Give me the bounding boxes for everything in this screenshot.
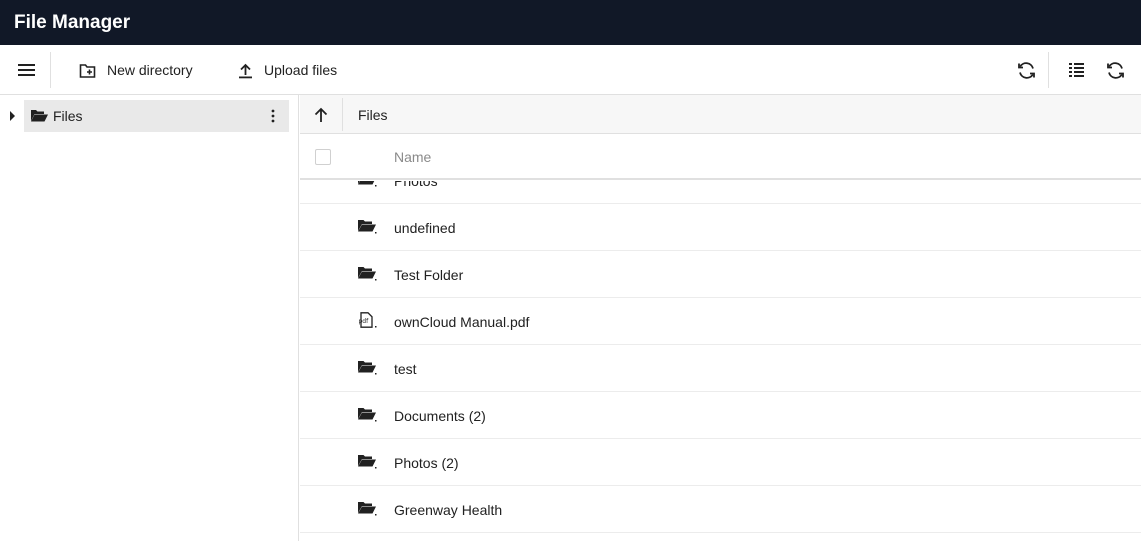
new-folder-icon [79,62,97,79]
file-name: Documents (2) [394,408,486,424]
folder-icon [357,406,377,427]
folder-icon [357,500,377,521]
pdf-file-icon: pdf [357,312,377,333]
table-row[interactable]: Photos [300,181,1141,204]
file-name: Photos [394,181,438,189]
folder-open-icon [30,108,49,128]
file-name: test [394,361,417,377]
folder-icon [357,453,377,474]
refresh-button[interactable] [1016,45,1037,95]
svg-text:pdf: pdf [359,318,370,325]
new-directory-button[interactable]: New directory [79,45,193,95]
navigate-up-button[interactable] [310,104,332,126]
folder-icon [357,265,377,286]
new-directory-label: New directory [107,62,193,78]
table-row[interactable]: Photos (2) [300,439,1141,486]
arrow-up-icon [310,107,332,130]
view-toggle-button[interactable] [1068,45,1086,95]
upload-icon [237,62,254,79]
table-row[interactable]: pdf ownCloud Manual.pdf [300,298,1141,345]
tree-node-files[interactable]: Files [24,100,289,132]
breadcrumb-divider [342,98,343,131]
column-header-name[interactable]: Name [394,149,431,165]
refresh-icon [1016,60,1037,81]
file-name: undefined [394,220,456,236]
toolbar-divider [50,52,51,88]
folder-tree-panel: Files [0,95,299,541]
folder-icon [357,181,377,192]
refresh-icon [1105,60,1126,81]
file-name: ownCloud Manual.pdf [394,314,530,330]
breadcrumb-bar: Files [300,95,1141,134]
table-row[interactable]: Documents (2) [300,392,1141,439]
select-all-checkbox[interactable] [315,149,331,165]
file-list-panel: Files Name Photos undefined Test Folder … [300,95,1141,541]
table-header: Name [300,134,1141,180]
table-row[interactable]: Greenway Health [300,486,1141,533]
file-name: Photos (2) [394,455,459,471]
folder-icon [357,218,377,239]
more-options-icon[interactable] [271,109,275,128]
table-row[interactable]: test [300,345,1141,392]
table-row[interactable]: Test Folder [300,251,1141,298]
toolbar-divider [1048,52,1049,88]
toolbar: New directory Upload files [0,45,1141,95]
menu-button[interactable] [17,45,37,95]
file-name: Greenway Health [394,502,503,518]
hamburger-icon [17,62,37,78]
tree-node-label: Files [53,108,83,124]
list-view-icon [1068,62,1086,78]
expand-caret-icon[interactable] [10,111,15,121]
upload-files-label: Upload files [264,62,338,78]
file-list: Photos undefined Test Folder pdf ownClou… [300,181,1141,541]
folder-icon [357,359,377,380]
upload-files-button[interactable]: Upload files [237,45,337,95]
app-title: File Manager [14,11,131,33]
app-header: File Manager [0,0,1141,45]
table-row[interactable]: undefined [300,204,1141,251]
file-name: Test Folder [394,267,464,283]
refresh-view-button[interactable] [1105,45,1126,95]
breadcrumb-item-files[interactable]: Files [358,107,388,123]
